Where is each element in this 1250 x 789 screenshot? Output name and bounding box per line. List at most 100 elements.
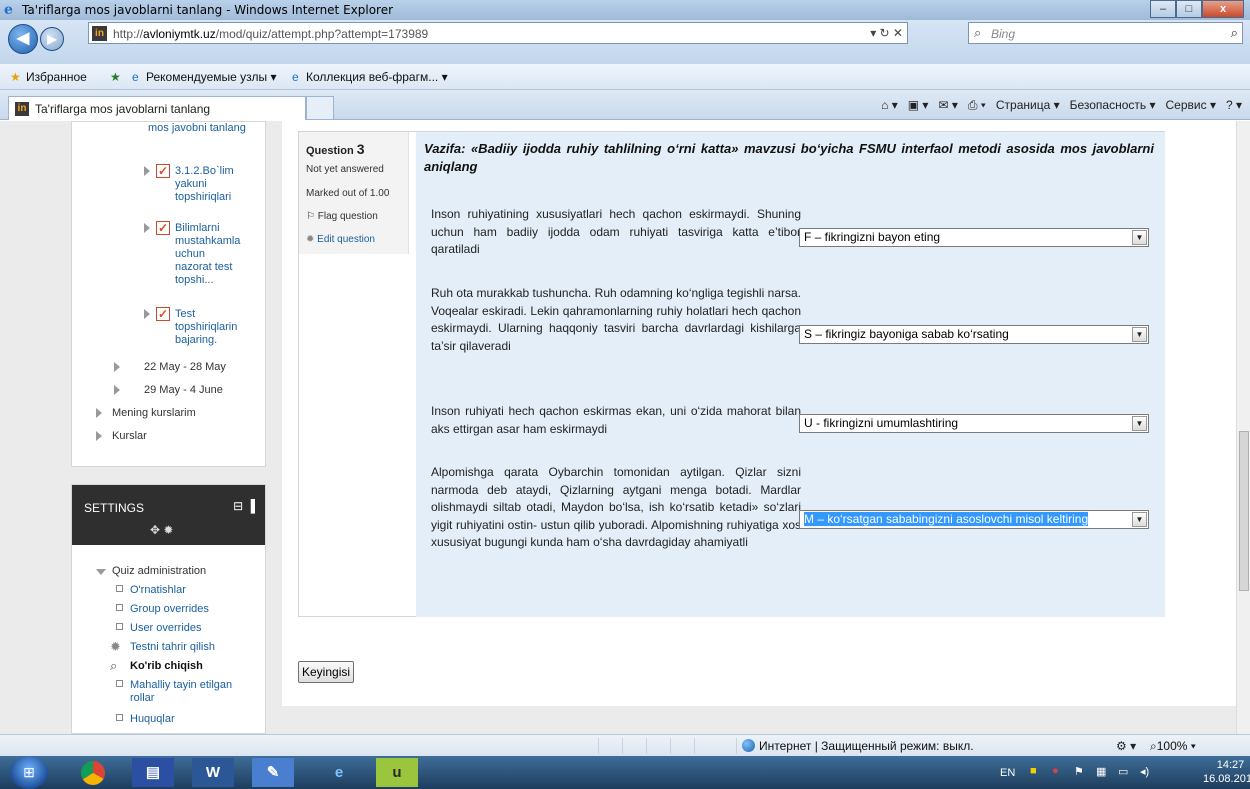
window-titlebar: e Ta'riflarga mos javoblarni tanlang - W… — [0, 0, 1250, 20]
total-commander-icon[interactable]: ▤ — [132, 758, 174, 787]
nav-line: nazorat test — [175, 261, 233, 273]
question-task: Vazifa: «Badiiy ijodda ruhiy tahlilning … — [424, 141, 1154, 174]
expand-arrow-icon[interactable] — [144, 223, 150, 233]
settings-item-ornatishlar[interactable]: O'rnatishlar — [130, 584, 186, 597]
settings-item-user-overrides[interactable]: User overrides — [130, 622, 202, 635]
collapse-arrow-icon[interactable] — [96, 569, 106, 575]
print-icon[interactable]: ⎙ ▾ — [968, 98, 986, 113]
edit-question-link[interactable]: ✹ Edit question — [306, 234, 375, 245]
tab-quiz[interactable]: in Ta'riflarga mos javoblarni tanlang — [8, 96, 306, 120]
back-icon[interactable]: ◀ — [8, 24, 38, 54]
search-input[interactable]: ⌕ Bing ⌕ — [968, 22, 1243, 44]
refresh-stop-icons[interactable]: ▾ ↻ ✕ — [870, 26, 903, 40]
dock-collapse-icon[interactable]: ⊟ ▐ — [233, 499, 255, 513]
word-icon[interactable]: W — [192, 758, 234, 787]
address-toolbar: ◀ ▶ in http://avloniymtk.uz/mod/quiz/att… — [0, 20, 1250, 64]
expand-arrow-icon[interactable] — [96, 408, 102, 418]
expand-arrow-icon[interactable] — [144, 166, 150, 176]
expand-arrow-icon[interactable] — [114, 385, 120, 395]
chevron-down-icon[interactable]: ▼ — [1132, 512, 1147, 527]
new-tab-button[interactable] — [306, 96, 334, 120]
internet-explorer-icon[interactable]: e — [318, 758, 360, 787]
settings-item-mahalliy[interactable]: Mahalliy tayin etilgan rollar — [130, 679, 232, 705]
home-icon[interactable]: ⌂ ▾ — [881, 98, 898, 113]
feeds-icon[interactable]: ▣ ▾ — [908, 98, 929, 113]
maximize-button[interactable]: □ — [1176, 0, 1202, 18]
edit-question-label: Edit question — [317, 234, 375, 245]
expand-arrow-icon[interactable] — [96, 431, 102, 441]
settings-item-huquqlar[interactable]: Huquqlar — [130, 713, 175, 726]
address-input[interactable]: in http://avloniymtk.uz/mod/quiz/attempt… — [88, 22, 908, 44]
protected-mode-icon[interactable]: ⚙ ▾ — [1116, 739, 1136, 753]
match-row-text: Ruh ota murakkab tushuncha. Ruh odamning… — [431, 286, 801, 353]
select-value: F – fikringizni bayon eting — [804, 230, 941, 244]
nav-line: Test — [175, 308, 196, 320]
chevron-down-icon[interactable]: ▼ — [1132, 416, 1147, 431]
nav-courses[interactable]: Kurslar — [112, 430, 147, 443]
vertical-scrollbar[interactable] — [1236, 121, 1250, 734]
zoom-level[interactable]: ⌕100% ▾ — [1150, 739, 1196, 754]
chevron-down-icon[interactable]: ▼ — [1132, 230, 1147, 245]
nav-item-mos-javobni[interactable]: mos javobni tanlang — [148, 122, 258, 135]
question-mark: Marked out of 1.00 — [306, 188, 390, 199]
mail-icon[interactable]: ✉ ▾ — [938, 98, 957, 113]
gear-icon: ✹ — [110, 639, 121, 654]
safety-menu[interactable]: Безопасность ▾ — [1070, 98, 1156, 113]
tray-device-icon[interactable]: ▦ — [1096, 765, 1106, 778]
web-slice-gallery-link[interactable]: Коллекция веб-фрагм... ▾ — [306, 70, 448, 84]
nav-item-bilimlarni[interactable]: Bilimlarni mustahkamla uchun nazorat tes… — [175, 222, 240, 287]
expand-arrow-icon[interactable] — [144, 309, 150, 319]
suggested-sites-link[interactable]: Рекомендуемые узлы ▾ — [146, 70, 277, 84]
settings-line: Mahalliy tayin etilgan — [130, 679, 233, 691]
quiz-administration[interactable]: Quiz administration — [112, 565, 206, 578]
security-zone[interactable]: Интернет | Защищенный режим: выкл. — [742, 739, 974, 753]
magnifier-icon: ⌕ — [110, 658, 118, 673]
flag-question-link[interactable]: ⚐ Flag question — [306, 211, 378, 222]
chevron-down-icon[interactable]: ▼ — [1132, 327, 1147, 342]
nav-week-22-may[interactable]: 22 May - 28 May — [144, 361, 226, 374]
search-go-icon[interactable]: ⌕ — [1231, 25, 1238, 41]
move-gear-icon[interactable]: ✥ ✹ — [150, 523, 173, 537]
answer-select[interactable]: S – fikringiz bayoniga sabab ko‘rsating … — [799, 325, 1149, 344]
settings-item-testni-tahrir[interactable]: Testni tahrir qilish — [130, 641, 215, 654]
site-favicon-icon: in — [15, 102, 29, 116]
start-button[interactable]: ⊞ — [10, 756, 48, 789]
expand-arrow-icon[interactable] — [114, 362, 120, 372]
scrollbar-thumb[interactable] — [1239, 431, 1249, 591]
nav-item-312[interactable]: 3.1.2.Bo`lim yakuni topshiriqlari — [175, 165, 234, 204]
tools-menu[interactable]: Сервис ▾ — [1166, 98, 1216, 113]
volume-icon[interactable]: ◂) — [1140, 765, 1149, 778]
network-icon[interactable]: ▭ — [1118, 765, 1128, 778]
answer-select[interactable]: F – fikringizni bayon eting ▼ — [799, 228, 1149, 247]
status-divider — [622, 738, 623, 754]
tray-app-icon[interactable]: ■ — [1030, 765, 1037, 777]
minimize-button[interactable]: – — [1150, 0, 1176, 18]
flag-question-label: Flag question — [317, 211, 378, 222]
upwork-icon[interactable]: u — [376, 758, 418, 787]
clock-time: 14:27 — [1216, 759, 1245, 771]
help-icon[interactable]: ? ▾ — [1226, 98, 1242, 113]
page-menu[interactable]: Страница ▾ — [996, 98, 1060, 113]
nav-line: topshi... — [175, 274, 214, 286]
match-row-text: Alpomishga qarata Oybarchin tomonidan ay… — [431, 465, 801, 549]
answer-select[interactable]: M – ko‘rsatgan sababingizni asoslovchi m… — [799, 510, 1149, 529]
answer-select[interactable]: U - fikringizni umumlashtiring ▼ — [799, 414, 1149, 433]
nav-item-test[interactable]: Test topshiriqlarin bajaring. — [175, 308, 237, 347]
tray-flag-icon[interactable]: ⚑ — [1074, 765, 1084, 778]
favorites-button[interactable]: Избранное — [26, 70, 87, 84]
language-indicator[interactable]: EN — [1000, 767, 1015, 779]
add-favorite-icon[interactable]: ★ — [110, 70, 121, 84]
settings-item-group-overrides[interactable]: Group overrides — [130, 603, 209, 616]
nav-week-29-may[interactable]: 29 May - 4 June — [144, 384, 223, 397]
close-button[interactable]: x — [1202, 0, 1244, 18]
quiz-check-icon: ✓ — [156, 221, 170, 235]
nav-my-courses[interactable]: Mening kurslarim — [112, 407, 196, 420]
paint-icon[interactable]: ✎ — [252, 758, 294, 787]
settings-item-korib-chiqish[interactable]: Ko'rib chiqish — [130, 660, 203, 673]
forward-icon[interactable]: ▶ — [40, 27, 64, 51]
clock[interactable]: 14:27 16.08.2017 — [1203, 758, 1250, 786]
chrome-icon[interactable] — [72, 758, 114, 787]
nav-line: yakuni — [175, 178, 207, 190]
tray-alert-icon[interactable]: ● — [1052, 765, 1059, 777]
next-button[interactable]: Keyingisi — [298, 661, 355, 683]
